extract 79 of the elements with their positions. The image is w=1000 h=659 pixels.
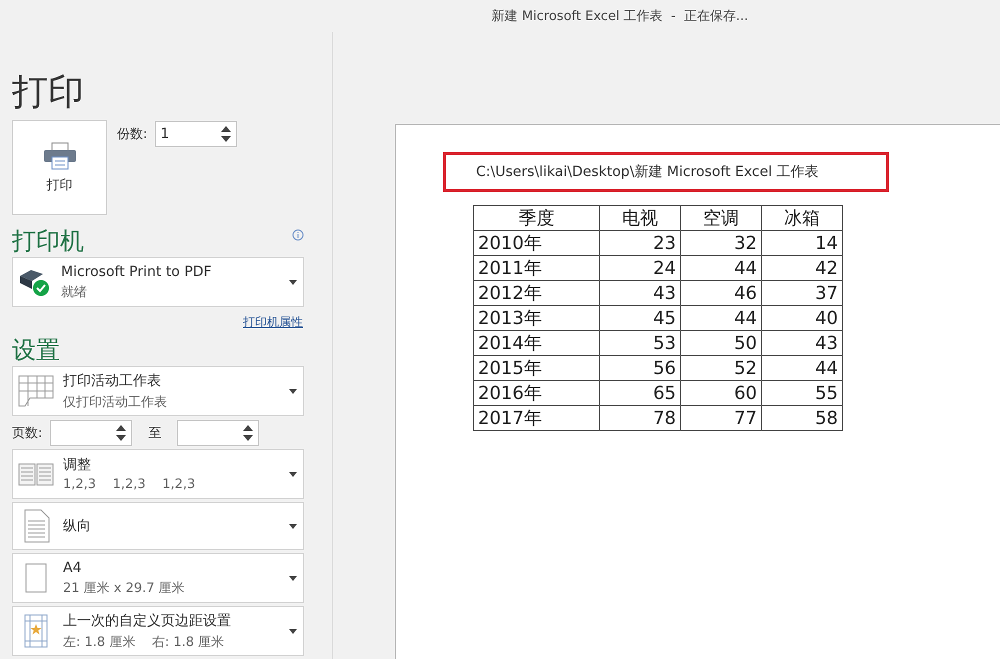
printer-dropdown[interactable]: Microsoft Print to PDF 就绪	[12, 257, 304, 307]
page-to-label: 至	[148, 425, 162, 442]
portrait-page-icon	[22, 509, 50, 543]
table-cell: 2015年	[474, 356, 600, 380]
table-cell: 50	[680, 330, 762, 356]
page-title: 打印	[12, 71, 85, 115]
table-cell: 32	[680, 230, 762, 256]
setting-title: A4	[63, 560, 82, 576]
table-cell: 45	[600, 306, 680, 330]
table-cell: 43	[600, 280, 680, 306]
worksheet-grid-icon	[18, 375, 54, 407]
printer-properties-link[interactable]: 打印机属性	[243, 314, 303, 334]
table-cell: 52	[680, 356, 762, 380]
table-cell: 37	[762, 280, 842, 306]
table-cell: 77	[680, 406, 762, 430]
printer-name: Microsoft Print to PDF	[61, 264, 213, 280]
table-cell: 55	[762, 380, 842, 406]
settings-dropdown[interactable]: 纵向	[12, 502, 304, 550]
table-cell: 2013年	[474, 306, 600, 330]
setting-title: 纵向	[63, 517, 92, 535]
dropdown-caret-icon	[289, 472, 297, 476]
settings-dropdown[interactable]: A4 21 厘米 x 29.7 厘米	[12, 553, 304, 603]
table-cell: 23	[600, 230, 680, 256]
info-icon[interactable]	[292, 229, 304, 241]
printer-icon	[42, 142, 76, 170]
table-cell: 2016年	[474, 380, 600, 406]
pages-label: 页数:	[12, 425, 42, 442]
table-cell: 2014年	[474, 330, 600, 356]
table-cell: 42	[762, 256, 842, 280]
dropdown-caret-icon	[289, 628, 297, 634]
table-cell: 44	[762, 356, 842, 380]
settings-dropdown[interactable]: 打印活动工作表 仅打印活动工作表	[12, 366, 304, 416]
setting-subtitle: 21 厘米 x 29.7 厘米	[63, 580, 186, 596]
table-cell: 53	[600, 330, 680, 356]
table-header-cell: 电视	[600, 206, 680, 230]
dropdown-caret-icon	[289, 524, 297, 528]
table-cell: 43	[762, 330, 842, 356]
table-cell: 78	[600, 406, 680, 430]
settings-heading: 设置	[12, 335, 61, 366]
table-cell: 65	[600, 380, 680, 406]
setting-subtitle: 左: 1.8 厘米 右: 1.8 厘米	[63, 634, 226, 650]
copies-field[interactable]: 1	[155, 121, 238, 147]
margins-page-icon	[22, 614, 50, 648]
setting-title: 调整	[63, 456, 92, 474]
table-cell: 14	[762, 230, 842, 256]
table-header-cell: 空调	[680, 206, 762, 230]
table-cell: 60	[680, 380, 762, 406]
table-cell: 46	[680, 280, 762, 306]
table-header-cell: 季度	[474, 206, 600, 230]
blank-page-icon	[23, 563, 49, 593]
printer-status: 就绪	[61, 284, 88, 300]
table-cell: 24	[600, 256, 680, 280]
table-cell: 44	[680, 306, 762, 330]
window-title: 新建 Microsoft Excel 工作表 - 正在保存...	[490, 8, 750, 26]
settings-dropdown[interactable]: 调整 1,2,3 1,2,3 1,2,3	[12, 449, 304, 499]
dropdown-caret-icon	[289, 576, 297, 580]
settings-dropdown[interactable]: 上一次的自定义页边距设置 左: 1.8 厘米 右: 1.8 厘米	[12, 606, 304, 656]
table-header-cell: 冰箱	[762, 206, 842, 230]
table-cell: 2010年	[474, 230, 600, 256]
table-cell: 2017年	[474, 406, 600, 430]
page-header-text: C:\Users\likai\Desktop\新建 Microsoft Excel 工作表	[443, 152, 889, 192]
page-to-field[interactable]	[177, 420, 260, 446]
collated-pages-icon	[18, 462, 54, 486]
setting-title: 上一次的自定义页边距设置	[63, 612, 232, 630]
printer-heading: 打印机	[12, 226, 84, 257]
setting-subtitle: 仅打印活动工作表	[63, 394, 168, 410]
setting-title: 打印活动工作表	[63, 372, 162, 390]
table-cell: 2012年	[474, 280, 600, 306]
print-button[interactable]: 打印	[12, 120, 107, 215]
dropdown-caret-icon	[289, 280, 297, 284]
table-cell: 58	[762, 406, 842, 430]
page-from-field[interactable]	[50, 420, 132, 446]
table-cell: 2011年	[474, 256, 600, 280]
table-cell: 40	[762, 306, 842, 330]
table-cell: 56	[600, 356, 680, 380]
dropdown-caret-icon	[289, 388, 297, 394]
copies-label: 份数:	[117, 126, 148, 143]
setting-subtitle: 1,2,3 1,2,3 1,2,3	[63, 477, 196, 492]
table-cell: 44	[680, 256, 762, 280]
